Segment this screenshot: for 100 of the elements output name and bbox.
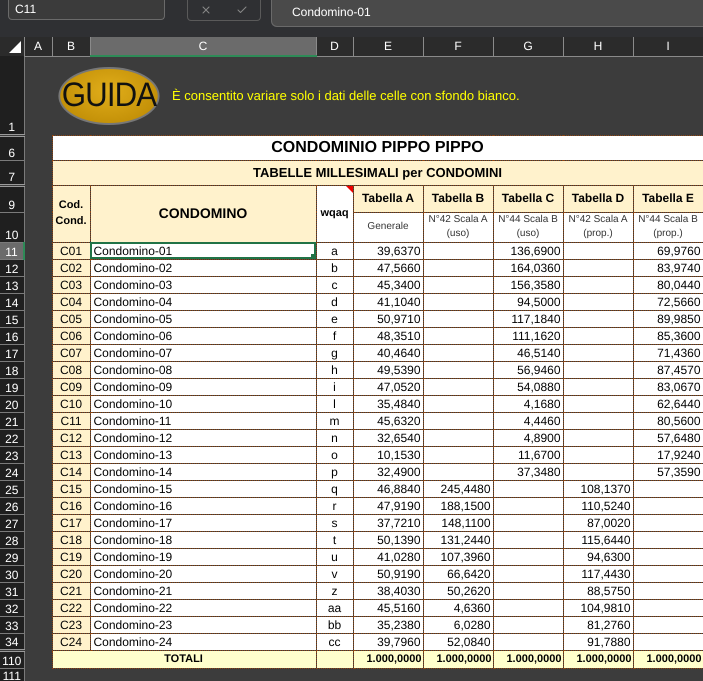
select-all-corner[interactable] [0,37,24,56]
table-cell[interactable]: Condomino-15 [90,480,316,497]
table-cell[interactable]: Condomino-17 [90,514,316,531]
table-cell: r [316,497,353,514]
column-header[interactable]: E [353,37,423,56]
row-header[interactable]: 15 [0,310,24,327]
table-cell[interactable]: Condomino-10 [90,395,316,412]
row-header[interactable]: 7 [0,160,24,185]
fill-handle[interactable] [310,254,315,258]
table-cell: 117,1840 [493,310,563,327]
table-cell: l [316,395,353,412]
column-header[interactable]: A [24,37,52,56]
table-cell: 40,4640 [353,344,423,361]
table-cell: 87,0020 [563,514,633,531]
table-cell: 4,8900 [493,429,563,446]
row-header[interactable]: 11 [0,242,24,259]
column-header[interactable]: C [90,37,316,56]
table-cell: 57,3590 [633,463,703,480]
row-header[interactable]: 22 [0,429,24,446]
row-header[interactable]: 9 [0,185,24,212]
table-cell: C23 [52,616,90,633]
guide-button[interactable]: GUIDA [58,66,160,125]
table-cell: 48,3510 [353,327,423,344]
table-cell[interactable]: Condomino-02 [90,259,316,276]
column-header[interactable]: I [633,37,703,56]
formula-field[interactable]: Condomino-01 [271,0,703,27]
name-box[interactable]: C11 [8,0,165,20]
table-cell: t [316,531,353,548]
table-cell: 110,5240 [563,497,633,514]
row-header[interactable]: 14 [0,293,24,310]
row-header[interactable]: 25 [0,480,24,497]
row-header[interactable]: 23 [0,446,24,463]
table-cell[interactable]: Condomino-21 [90,582,316,599]
row-header[interactable]: 30 [0,565,24,582]
table-cell[interactable]: Condomino-24 [90,633,316,650]
table-cell: 66,6420 [423,565,493,582]
table-cell[interactable]: Condomino-13 [90,446,316,463]
column-heading: Tabella A [353,185,423,212]
total-cell: 1.000,0000 [633,650,703,668]
table-cell[interactable]: Condomino-11 [90,412,316,429]
table-cell: 50,1390 [353,531,423,548]
column-header[interactable]: B [52,37,90,56]
column-header[interactable]: H [563,37,633,56]
row-header[interactable]: 29 [0,548,24,565]
row-header[interactable]: 24 [0,463,24,480]
row-header[interactable]: 21 [0,412,24,429]
table-cell[interactable]: Condomino-20 [90,565,316,582]
column-header[interactable]: F [423,37,493,56]
table-cell[interactable]: Condomino-12 [90,429,316,446]
row-header[interactable]: 27 [0,514,24,531]
table-cell: cc [316,633,353,650]
table-cell[interactable]: Condomino-19 [90,548,316,565]
table-cell[interactable]: Condomino-06 [90,327,316,344]
row-header[interactable]: 19 [0,378,24,395]
table-cell: 46,5140 [493,344,563,361]
table-cell: 83,9740 [633,259,703,276]
table-cell[interactable]: Condomino-09 [90,378,316,395]
table-cell: o [316,446,353,463]
row-header[interactable]: 26 [0,497,24,514]
row-header[interactable]: 33 [0,616,24,633]
row-header[interactable]: 13 [0,276,24,293]
row-header[interactable]: 10 [0,212,24,242]
row-header[interactable]: 32 [0,599,24,616]
table-cell: C07 [52,344,90,361]
row-header[interactable]: 1 [0,56,24,135]
table-cell[interactable]: Condomino-23 [90,616,316,633]
table-cell[interactable]: Condomino-05 [90,310,316,327]
cancel-icon[interactable] [200,4,212,16]
table-cell[interactable]: Condomino-22 [90,599,316,616]
row-header[interactable]: 28 [0,531,24,548]
table-cell[interactable]: Condomino-01 [90,242,316,259]
table-cell: 4,6360 [423,599,493,616]
table-cell[interactable]: Condomino-16 [90,497,316,514]
row-header[interactable]: 16 [0,327,24,344]
row-header[interactable]: 6 [0,135,24,160]
table-cell[interactable]: Condomino-04 [90,293,316,310]
row-header[interactable]: 17 [0,344,24,361]
table-cell: C20 [52,565,90,582]
table-cell: C03 [52,276,90,293]
table-cell[interactable]: Condomino-03 [90,276,316,293]
check-icon[interactable] [236,4,248,16]
column-header[interactable]: G [493,37,563,56]
instruction-text: È consentito variare solo i dati delle celle con sfondo bianco. [172,88,520,104]
row-header[interactable]: 111 [0,668,24,681]
table-cell[interactable]: Condomino-07 [90,344,316,361]
row-header[interactable]: 18 [0,361,24,378]
table-cell: C05 [52,310,90,327]
row-header[interactable]: 110 [0,650,24,668]
row-header[interactable]: 31 [0,582,24,599]
row-header[interactable]: 12 [0,259,24,276]
column-header[interactable]: D [316,37,353,56]
row-header[interactable]: 20 [0,395,24,412]
table-cell: 83,0670 [633,378,703,395]
total-cell: 1.000,0000 [423,650,493,668]
table-cell: 46,8840 [353,480,423,497]
table-cell[interactable]: Condomino-14 [90,463,316,480]
table-cell[interactable]: Condomino-08 [90,361,316,378]
table-cell[interactable]: Condomino-18 [90,531,316,548]
table-cell: v [316,565,353,582]
table-cell: C22 [52,599,90,616]
